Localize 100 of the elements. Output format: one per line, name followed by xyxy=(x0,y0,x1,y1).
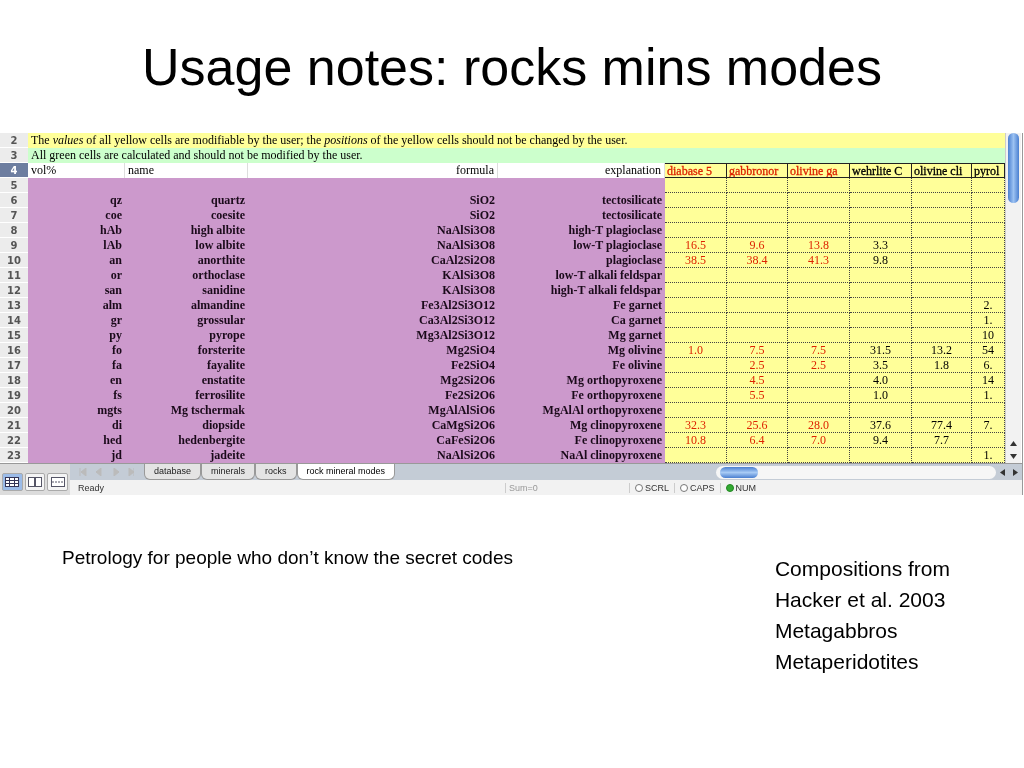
sheet-tab[interactable]: database xyxy=(144,464,202,480)
left-arrow-icon[interactable] xyxy=(1000,468,1005,476)
scroll-thumb[interactable] xyxy=(720,466,758,478)
table-cell: high-T plagioclase xyxy=(498,223,665,238)
table-cell xyxy=(912,373,972,388)
table-cell: fo xyxy=(28,343,125,358)
table-cell: 7. xyxy=(972,418,1005,433)
table-cell xyxy=(665,448,727,463)
vertical-scrollbar[interactable] xyxy=(1005,133,1021,463)
row-number: 21 xyxy=(0,418,28,433)
table-cell: py xyxy=(28,328,125,343)
table-cell xyxy=(665,223,727,238)
row-number: 11 xyxy=(0,268,28,283)
table-cell: 32.3 xyxy=(665,418,727,433)
table-cell: Mg clinopyroxene xyxy=(498,418,665,433)
break-view-button[interactable] xyxy=(47,473,68,491)
table-cell: high albite xyxy=(125,223,248,238)
table-cell xyxy=(850,313,912,328)
table-cell: hed xyxy=(28,433,125,448)
row-number: 6 xyxy=(0,193,28,208)
table-cell: SiO2 xyxy=(248,208,498,223)
table-cell: tectosilicate xyxy=(498,208,665,223)
table-cell xyxy=(727,223,788,238)
sheet-tab[interactable]: rocks xyxy=(255,464,297,480)
grid-icon xyxy=(5,477,20,487)
table-cell: 10 xyxy=(972,328,1005,343)
sheet-tab[interactable]: minerals xyxy=(201,464,256,480)
table-cell: 37.6 xyxy=(850,418,912,433)
normal-view-button[interactable] xyxy=(2,473,23,491)
table-cell: grossular xyxy=(125,313,248,328)
table-cell xyxy=(665,283,727,298)
table-cell: Fe olivine xyxy=(498,358,665,373)
row-number: 20 xyxy=(0,403,28,418)
table-cell: 13.2 xyxy=(912,343,972,358)
note-line: Metaperidotites xyxy=(774,649,920,675)
row-number: 2 xyxy=(0,133,28,148)
table-cell: 1.8 xyxy=(912,358,972,373)
note-cell: The values of all yellow cells are modifiable by the user; the positions of the yellow cells should not be changed by the user. xyxy=(28,133,1005,148)
table-cell xyxy=(665,403,727,418)
table-cell xyxy=(850,268,912,283)
table-cell: sanidine xyxy=(125,283,248,298)
row-number: 10 xyxy=(0,253,28,268)
table-cell xyxy=(912,193,972,208)
table-cell xyxy=(850,328,912,343)
table-cell: or xyxy=(28,268,125,283)
table-cell: ferrosilite xyxy=(125,388,248,403)
table-cell xyxy=(788,313,850,328)
sheet-tab[interactable]: rock mineral modes xyxy=(296,464,396,480)
table-cell xyxy=(850,223,912,238)
table-cell: 77.4 xyxy=(912,418,972,433)
table-cell: 41.3 xyxy=(788,253,850,268)
table-cell: en xyxy=(28,373,125,388)
table-cell: alm xyxy=(28,298,125,313)
table-cell: jadeite xyxy=(125,448,248,463)
row-number: 17 xyxy=(0,358,28,373)
table-cell: coe xyxy=(28,208,125,223)
table-cell: Fe garnet xyxy=(498,298,665,313)
table-cell: orthoclase xyxy=(125,268,248,283)
row-number: 14 xyxy=(0,313,28,328)
table-cell xyxy=(912,238,972,253)
row-number: 18 xyxy=(0,373,28,388)
table-cell xyxy=(912,403,972,418)
table-cell xyxy=(850,403,912,418)
column-title: pyrol xyxy=(974,164,1000,177)
row-number[interactable]: 4 xyxy=(0,163,28,178)
table-cell: fa xyxy=(28,358,125,373)
horizontal-scrollbar[interactable] xyxy=(716,465,996,479)
scroll-thumb[interactable] xyxy=(1008,133,1019,203)
table-cell: 9.4 xyxy=(850,433,912,448)
table-cell xyxy=(912,223,972,238)
table-cell: 3.5 xyxy=(850,358,912,373)
table-cell: 9.6 xyxy=(727,238,788,253)
table-cell xyxy=(912,313,972,328)
table-cell xyxy=(665,388,727,403)
up-arrow-icon[interactable] xyxy=(1010,441,1017,446)
table-cell xyxy=(850,208,912,223)
down-arrow-icon[interactable] xyxy=(1010,454,1017,459)
table-cell: anorthite xyxy=(125,253,248,268)
table-cell: enstatite xyxy=(125,373,248,388)
table-cell xyxy=(727,403,788,418)
pages-icon xyxy=(28,477,42,487)
table-cell: low albite xyxy=(125,238,248,253)
row-number: 7 xyxy=(0,208,28,223)
layout-view-button[interactable] xyxy=(24,473,46,491)
right-arrow-icon[interactable] xyxy=(1013,468,1018,476)
table-cell: tectosilicate xyxy=(498,193,665,208)
table-cell: 2. xyxy=(972,298,1005,313)
column-title: olivine cli xyxy=(914,164,963,177)
table-cell xyxy=(788,298,850,313)
table-cell xyxy=(972,268,1005,283)
table-cell: an xyxy=(28,253,125,268)
table-cell: 7.5 xyxy=(727,343,788,358)
table-cell xyxy=(788,283,850,298)
table-cell: hedenbergite xyxy=(125,433,248,448)
table-cell xyxy=(665,358,727,373)
table-cell: mgts xyxy=(28,403,125,418)
table-cell: Mg3Al2Si3O12 xyxy=(248,328,498,343)
table-cell: 1. xyxy=(972,388,1005,403)
sum-display: Sum=0 xyxy=(505,482,629,493)
table-cell: NaAlSi3O8 xyxy=(248,238,498,253)
